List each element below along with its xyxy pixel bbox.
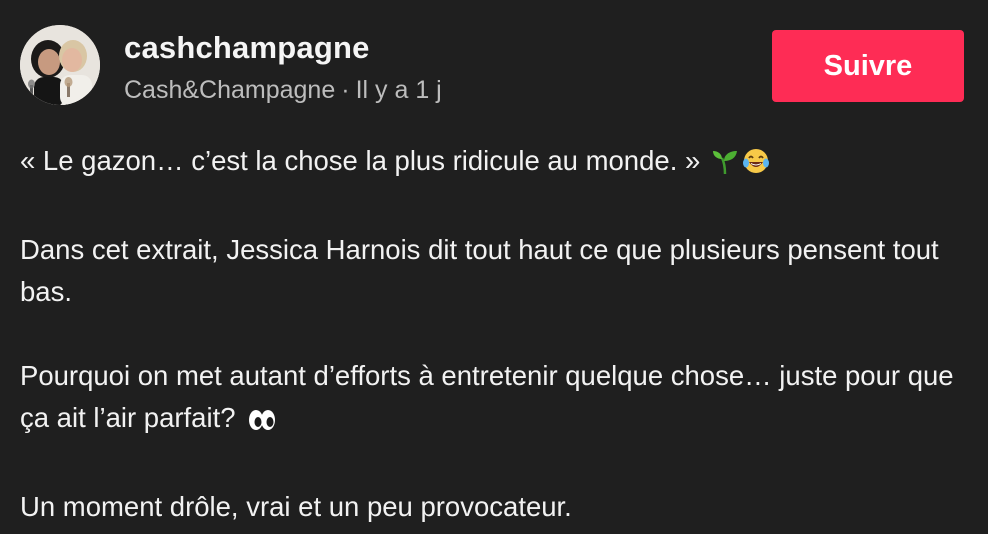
laughing-tears-emoji — [742, 145, 770, 187]
post-caption: « Le gazon… c’est la chose la plus ridic… — [20, 140, 970, 528]
avatar[interactable] — [20, 25, 100, 105]
username[interactable]: cashchampagne — [124, 30, 370, 66]
follow-button[interactable]: Suivre — [772, 30, 964, 102]
display-name[interactable]: Cash&Champagne — [124, 76, 335, 104]
caption-quote-text: « Le gazon… c’est la chose la plus ridic… — [20, 145, 701, 176]
caption-line-quote: « Le gazon… c’est la chose la plus ridic… — [20, 140, 970, 187]
meta-separator: · — [341, 76, 350, 104]
post-timestamp: Il y a 1 j — [355, 76, 442, 104]
seedling-emoji — [712, 145, 738, 187]
caption-paragraph-2: Dans cet extrait, Jessica Harnois dit to… — [20, 234, 939, 307]
eyes-emoji — [247, 402, 277, 444]
post-header-and-caption: cashchampagne Cash&Champagne · Il y a 1 j … — [0, 0, 988, 534]
avatar-photo — [20, 25, 100, 105]
caption-question-text: Pourquoi on met autant d’efforts à entre… — [20, 360, 954, 433]
caption-paragraph-4: Un moment drôle, vrai et un peu provocat… — [20, 491, 572, 522]
caption-paragraph-3: Pourquoi on met autant d’efforts à entre… — [20, 355, 970, 444]
post-meta: Cash&Champagne · Il y a 1 j — [124, 76, 442, 105]
